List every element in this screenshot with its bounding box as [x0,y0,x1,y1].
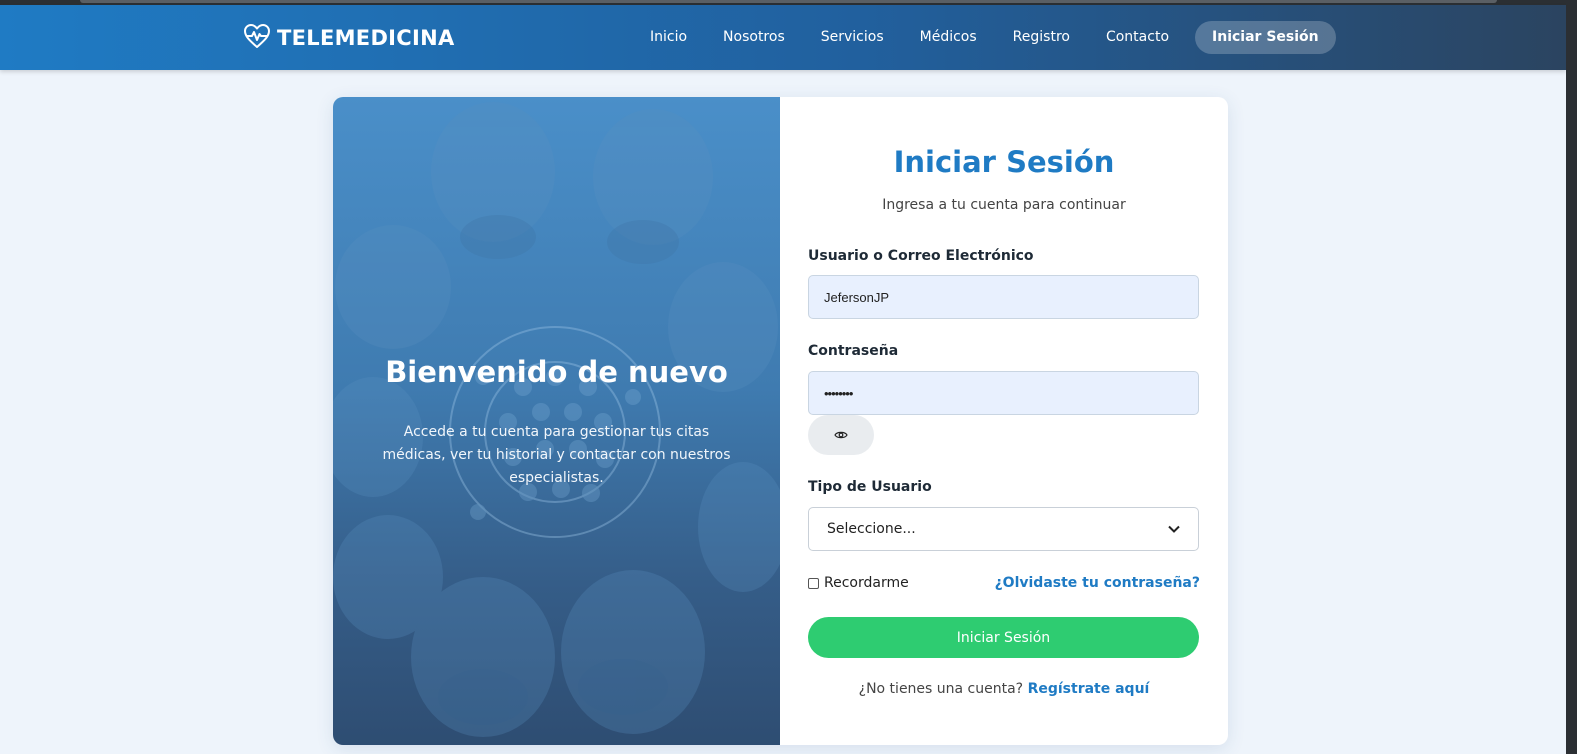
username-label: Usuario o Correo Electrónico [808,248,1034,264]
form-subtitle: Ingresa a tu cuenta para continuar [882,197,1126,213]
login-submit-button[interactable]: Iniciar Sesión [808,617,1199,658]
login-form: Iniciar Sesión Ingresa a tu cuenta para … [780,97,1228,745]
remember-checkbox[interactable] [808,577,819,589]
toggle-password-button[interactable] [808,415,874,455]
nav-link-nosotros[interactable]: Nosotros [705,21,803,54]
heart-pulse-icon [243,23,271,53]
nav-link-registro[interactable]: Registro [995,21,1088,54]
hero-panel: Bienvenido de nuevo Accede a tu cuenta p… [333,97,780,745]
user-type-selected-value: Seleccione... [827,521,916,537]
nav-link-contacto[interactable]: Contacto [1088,21,1187,54]
remember-label: Recordarme [824,575,909,591]
brand[interactable]: TELEMEDICINA [243,23,455,53]
password-label: Contraseña [808,343,899,359]
nav-link-inicio[interactable]: Inicio [632,21,705,54]
nav-link-servicios[interactable]: Servicios [803,21,902,54]
hero-text: Accede a tu cuenta para gestionar tus ci… [382,424,731,486]
nav-links: Inicio Nosotros Servicios Médicos Regist… [632,21,1336,54]
form-title: Iniciar Sesión [893,145,1115,179]
user-type-label: Tipo de Usuario [808,479,932,495]
hero-title: Bienvenido de nuevo [385,355,728,389]
no-account-text: ¿No tienes una cuenta? [858,681,1024,697]
username-input[interactable] [808,275,1199,319]
register-link[interactable]: Regístrate aquí [1028,681,1150,697]
eye-icon [834,428,848,443]
password-input[interactable] [808,371,1199,415]
user-type-select[interactable]: Seleccione... [808,507,1199,551]
navbar: TELEMEDICINA Inicio Nosotros Servicios M… [0,5,1566,70]
brand-name: TELEMEDICINA [277,26,455,50]
register-prompt: ¿No tienes una cuenta? Regístrate aquí [780,681,1228,697]
browser-right-edge [1566,0,1577,754]
nav-link-iniciar-sesion[interactable]: Iniciar Sesión [1195,21,1336,54]
chevron-down-icon [1168,521,1180,537]
nav-link-medicos[interactable]: Médicos [902,21,995,54]
remember-me[interactable]: Recordarme [808,575,909,591]
login-card: Bienvenido de nuevo Accede a tu cuenta p… [333,97,1228,745]
forgot-password-link[interactable]: ¿Olvidaste tu contraseña? [995,575,1200,591]
